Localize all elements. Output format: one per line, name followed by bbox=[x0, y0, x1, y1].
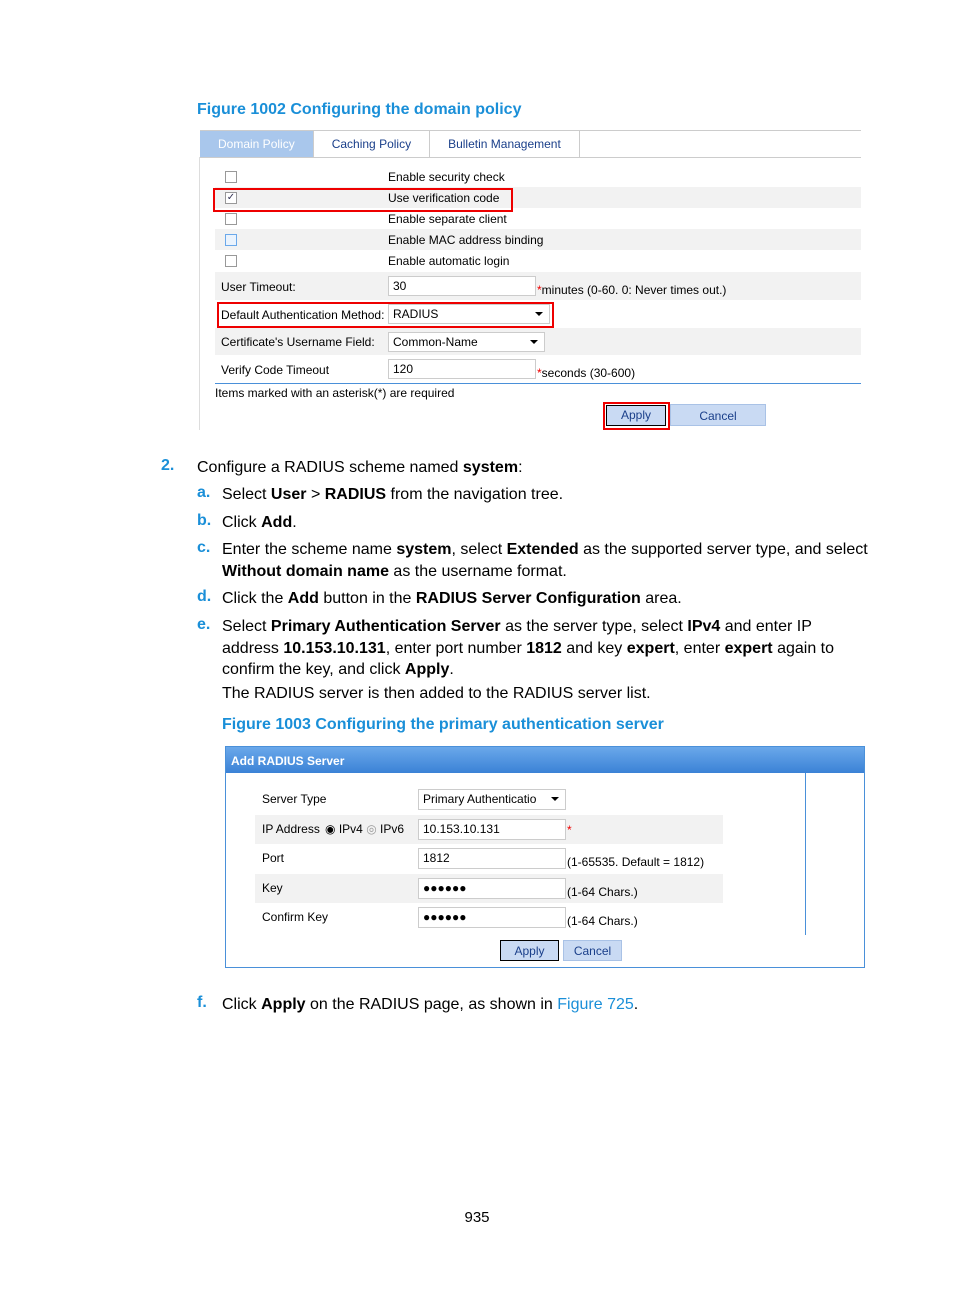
checkbox[interactable] bbox=[225, 255, 237, 267]
confirm-key-hint: (1-64 Chars.) bbox=[567, 914, 638, 928]
required-asterisk: * bbox=[567, 822, 572, 837]
port-input[interactable]: 1812 bbox=[418, 848, 566, 869]
step-number: e. bbox=[197, 616, 211, 633]
step-f-text: Click Apply on the RADIUS page, as shown… bbox=[222, 996, 639, 1013]
step-e-note: The RADIUS server is then added to the R… bbox=[222, 685, 651, 702]
step-s2-text: Configure a RADIUS scheme named system: bbox=[197, 459, 523, 476]
user-timeout-row: User Timeout: 30 *minutes (0-60. 0: Neve… bbox=[215, 272, 861, 300]
checkbox[interactable] bbox=[225, 234, 237, 246]
ipv6-radio[interactable]: ◎ bbox=[366, 822, 376, 836]
checkbox-label: Enable separate client bbox=[388, 212, 507, 226]
checkbox-label: Enable MAC address binding bbox=[388, 233, 544, 247]
tab-domain-policy[interactable]: Domain Policy bbox=[200, 131, 314, 157]
chevron-down-icon bbox=[530, 340, 538, 344]
step-number: c. bbox=[197, 539, 211, 556]
add-radius-dialog: Add RADIUS Server Server Type Primary Aut… bbox=[225, 746, 865, 968]
step-b-text: Click Add. bbox=[222, 514, 297, 531]
key-label: Key bbox=[262, 880, 283, 895]
confirm-key-label: Confirm Key bbox=[262, 910, 329, 924]
user-timeout-input[interactable]: 30 bbox=[388, 276, 536, 296]
step-number: a. bbox=[197, 484, 211, 501]
verify-timeout-label: Verify Code Timeout bbox=[221, 363, 330, 377]
document-page: Figure 1002 Configuring the domain polic… bbox=[0, 0, 954, 1296]
step-a-text: Select User > RADIUS from the navigation… bbox=[222, 486, 564, 503]
highlight-apply bbox=[603, 402, 670, 430]
tab-bulletin-management[interactable]: Bulletin Management bbox=[430, 131, 580, 157]
figure-1002-title: Figure 1002 Configuring the domain polic… bbox=[197, 101, 522, 118]
tab-bar: Domain Policy Caching Policy Bulletin Ma… bbox=[200, 130, 861, 158]
panel-border bbox=[199, 157, 200, 430]
cancel-button[interactable]: Cancel bbox=[670, 404, 766, 426]
checkbox-row: Enable automatic login bbox=[215, 250, 861, 271]
step-number: b. bbox=[197, 512, 212, 529]
cert-field-row: Certificate's Username Field: Common-Nam… bbox=[215, 328, 861, 355]
step-number: d. bbox=[197, 588, 212, 605]
user-timeout-label: User Timeout: bbox=[221, 280, 296, 294]
confirm-key-input[interactable]: ●●●●●● bbox=[418, 907, 566, 928]
step-number: 2. bbox=[161, 457, 175, 474]
step-d-text: Click the Add button in the RADIUS Serve… bbox=[222, 590, 682, 607]
checkbox[interactable] bbox=[225, 171, 237, 183]
key-row: Key ●●●●●● (1-64 Chars.) bbox=[255, 873, 723, 903]
ipv4-radio[interactable]: ◉ bbox=[325, 822, 335, 836]
checkbox-row: Enable MAC address binding bbox=[215, 229, 861, 250]
checkbox-row: Enable security check bbox=[215, 166, 861, 187]
cert-field-label: Certificate's Username Field: bbox=[221, 335, 375, 349]
server-type-row: Server Type Primary Authenticatio bbox=[255, 785, 723, 814]
verify-timeout-row: Verify Code Timeout 120 *seconds (30-600… bbox=[215, 355, 861, 384]
highlight-auth-method bbox=[217, 302, 554, 328]
cert-field-select[interactable]: Common-Name bbox=[388, 332, 545, 352]
figure-725-link[interactable]: Figure 725 bbox=[557, 996, 634, 1013]
dialog-apply-button[interactable]: Apply bbox=[500, 940, 559, 961]
ip-address-row: IP Address ◉ IPv4 ◎ IPv6 10.153.10.131 * bbox=[255, 814, 723, 844]
server-type-label: Server Type bbox=[262, 792, 327, 806]
checkbox-label: Enable security check bbox=[388, 170, 505, 184]
verify-timeout-hint: *seconds (30-600) bbox=[537, 366, 636, 380]
ip-address-label: IP Address bbox=[262, 821, 320, 836]
checkbox[interactable] bbox=[225, 213, 237, 225]
key-input[interactable]: ●●●●●● bbox=[418, 877, 566, 899]
dialog-divider bbox=[805, 773, 806, 935]
dialog-cancel-button[interactable]: Cancel bbox=[563, 940, 622, 961]
confirm-key-row: Confirm Key ●●●●●● (1-64 Chars.) bbox=[255, 903, 723, 932]
figure-1003-title: Figure 1003 Configuring the primary auth… bbox=[222, 716, 664, 733]
port-hint: (1-65535. Default = 1812) bbox=[567, 855, 705, 869]
server-type-select[interactable]: Primary Authenticatio bbox=[418, 789, 566, 810]
port-row: Port 1812 (1-65535. Default = 1812) bbox=[255, 844, 723, 873]
key-hint: (1-64 Chars.) bbox=[567, 884, 638, 899]
chevron-down-icon bbox=[551, 797, 559, 801]
dialog-header: Add RADIUS Server bbox=[226, 747, 864, 773]
step-e-text: Select Primary Authentication Server as … bbox=[222, 618, 835, 678]
tab-caching-policy[interactable]: Caching Policy bbox=[314, 131, 431, 157]
page-number: 935 bbox=[464, 1209, 490, 1226]
ipv4-label: IPv4 bbox=[338, 821, 363, 836]
step-c-text: Enter the scheme name system, select Ext… bbox=[222, 541, 868, 580]
user-timeout-hint: *minutes (0-60. 0: Never times out.) bbox=[537, 283, 727, 297]
verify-timeout-input[interactable]: 120 bbox=[388, 359, 536, 379]
ip-address-input[interactable]: 10.153.10.131 bbox=[418, 818, 566, 840]
port-label: Port bbox=[262, 851, 285, 865]
required-note: Items marked with an asterisk(*) are req… bbox=[215, 386, 455, 400]
highlight-verification-code bbox=[213, 188, 513, 212]
ipv6-label: IPv6 bbox=[380, 821, 405, 836]
step-number: f. bbox=[197, 994, 207, 1011]
checkbox-label: Enable automatic login bbox=[388, 254, 510, 268]
